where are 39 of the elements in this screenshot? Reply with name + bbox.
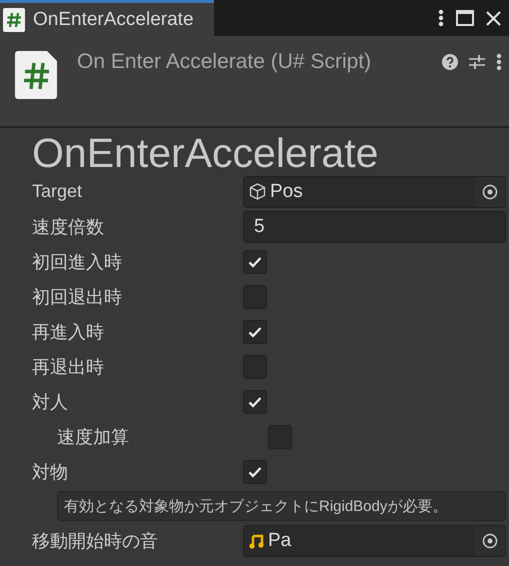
field-label: 初回進入時 [32,250,123,274]
checkbox[interactable] [243,250,267,274]
field-label: Target [32,181,84,202]
object-field[interactable]: Pa [243,524,506,556]
field-label: 再進入時 [32,320,105,344]
script-icon [3,8,25,32]
target-icon [482,184,498,200]
cube-icon [249,183,266,200]
field-label: 速度加算 [56,426,130,448]
help-box: 有効となる対象物か元オブジェクトにRigidBodyが必要。 [57,491,506,521]
component-title: On Enter Accelerate (U# Script) [77,50,372,74]
music-note-icon [249,532,264,548]
checkmark-icon [248,466,262,478]
target-icon [482,532,498,548]
script-icon [15,51,57,99]
close-icon[interactable] [486,10,501,26]
settings-icon[interactable] [468,54,486,70]
object-field[interactable]: Pos [243,176,506,208]
field-label: 対物 [32,460,69,484]
object-picker-button[interactable] [475,176,505,206]
inspector-tab[interactable]: OnEnterAccelerate [0,0,214,36]
script-heading: OnEnterAccelerate [32,132,380,174]
object-picker-button[interactable] [475,526,505,556]
input-field[interactable]: 5 [243,210,506,242]
checkbox[interactable] [243,460,267,484]
maximize-icon[interactable] [456,10,474,26]
more-icon[interactable] [496,53,502,71]
checkmark-icon [248,256,262,268]
help-icon[interactable] [442,54,458,70]
checkmark-icon [248,396,262,408]
checkbox[interactable] [243,390,267,414]
field-label: 初回退出時 [32,286,123,308]
field-label: 速度倍数 [32,216,105,238]
field-label: 再退出時 [32,356,105,378]
field-label: 対人 [32,390,69,414]
checkmark-icon [248,326,262,338]
checkbox[interactable] [243,320,267,344]
more-icon[interactable] [438,9,444,27]
field-label: 移動開始時の音 [32,530,159,552]
